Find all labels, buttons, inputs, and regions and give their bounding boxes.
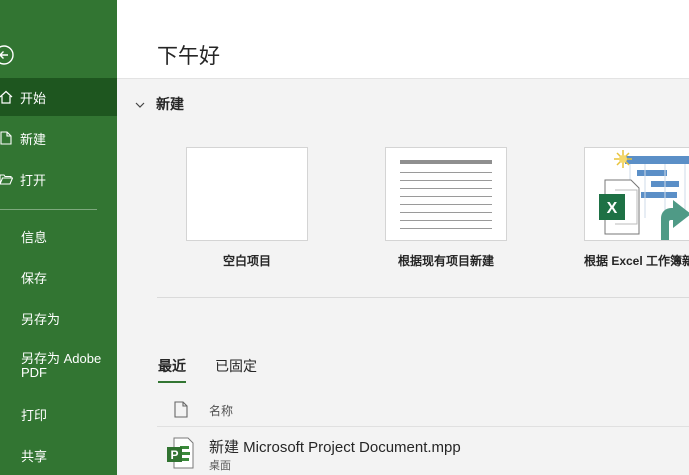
- svg-text:X: X: [607, 200, 618, 217]
- file-list-header: 名称: [157, 398, 689, 427]
- nav-share[interactable]: 共享: [0, 436, 117, 474]
- nav-home-label: 开始: [20, 90, 47, 106]
- file-location: 桌面: [209, 460, 231, 472]
- excel-import-icon: X: [585, 148, 689, 240]
- template-label: 根据 Excel 工作簿新建: [584, 254, 689, 268]
- page-title: 下午好: [157, 45, 220, 68]
- nav-save-as[interactable]: 另存为: [0, 299, 117, 337]
- project-file-icon: P: [166, 437, 194, 469]
- template-thumbnail: X: [584, 147, 689, 241]
- nav-share-label: 共享: [21, 448, 48, 464]
- section-divider: [157, 297, 689, 298]
- new-section-title: 新建: [156, 96, 184, 112]
- template-blank-project[interactable]: 空白项目: [186, 147, 308, 269]
- svg-text:P: P: [170, 448, 178, 462]
- nav-info-label: 信息: [21, 229, 48, 245]
- template-label: 根据现有项目新建: [397, 254, 494, 268]
- nav-save-as-pdf-label: 另存为 Adobe PDF: [21, 351, 102, 380]
- tab-recent[interactable]: 最近: [158, 356, 186, 383]
- nav-save-as-pdf[interactable]: 另存为 Adobe PDF: [0, 349, 117, 389]
- home-icon: [0, 90, 13, 104]
- nav-print-label: 打印: [21, 407, 48, 423]
- nav-save-label: 保存: [21, 270, 48, 286]
- backstage-sidebar: 开始 新建 打开 信息 保存 另存为 另存为 Adobe PDF 打印 共享: [0, 0, 117, 475]
- nav-divider: [0, 209, 97, 210]
- new-document-icon: [0, 131, 13, 145]
- file-name: 新建 Microsoft Project Document.mpp: [209, 439, 461, 456]
- open-folder-icon: [0, 172, 14, 186]
- back-arrow-icon[interactable]: [0, 44, 15, 66]
- template-from-existing[interactable]: 根据现有项目新建: [385, 147, 507, 269]
- nav-save-as-label: 另存为: [21, 311, 61, 327]
- nav-new[interactable]: 新建: [0, 119, 117, 157]
- template-thumbnail: [186, 147, 308, 241]
- template-thumbnail: [385, 147, 507, 241]
- file-type-icon: [174, 401, 188, 418]
- template-from-excel[interactable]: X 根据 Excel 工作簿新建: [584, 147, 689, 269]
- nav-info[interactable]: 信息: [0, 217, 117, 255]
- document-lines-icon: [400, 160, 492, 236]
- column-name-header[interactable]: 名称: [209, 402, 233, 419]
- new-section-toggle[interactable]: 新建: [134, 94, 184, 114]
- tab-pinned[interactable]: 已固定: [215, 356, 257, 376]
- nav-open-label: 打开: [20, 172, 47, 188]
- header: 下午好: [117, 0, 689, 79]
- file-row[interactable]: P 新建 Microsoft Project Document.mpp 桌面: [157, 430, 689, 475]
- nav-open[interactable]: 打开: [0, 160, 117, 198]
- template-label: 空白项目: [222, 254, 271, 268]
- chevron-down-icon: [134, 98, 146, 110]
- nav-print[interactable]: 打印: [0, 395, 117, 433]
- nav-save[interactable]: 保存: [0, 258, 117, 296]
- nav-home[interactable]: 开始: [0, 78, 117, 116]
- nav-new-label: 新建: [20, 131, 47, 147]
